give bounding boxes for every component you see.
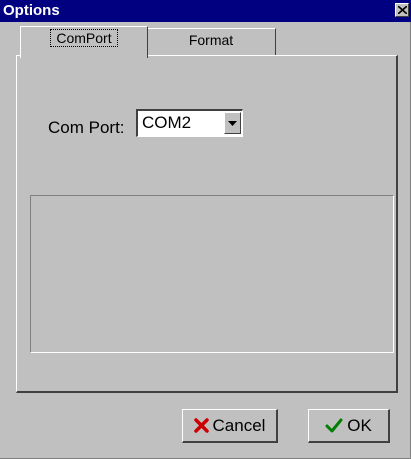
cancel-button[interactable]: Cancel — [182, 409, 278, 443]
title-bar[interactable]: Options — [0, 0, 411, 22]
com-port-label: Com Port: — [48, 118, 125, 137]
ok-button[interactable]: OK — [308, 409, 390, 443]
close-icon — [398, 6, 407, 14]
com-port-select[interactable]: COM2 — [136, 109, 243, 137]
window-title: Options — [3, 2, 60, 19]
x-icon — [193, 418, 209, 433]
ok-button-label: OK — [347, 415, 372, 435]
close-button[interactable] — [395, 3, 409, 17]
options-window: Options ComPort Format Com Port: COM2 Ca… — [0, 0, 411, 459]
com-port-value: COM2 — [142, 113, 192, 132]
chevron-down-icon — [228, 121, 237, 126]
tab-format[interactable]: Format — [146, 28, 276, 55]
com-port-dropdown-button[interactable] — [224, 112, 241, 134]
tab-comport[interactable]: ComPort — [20, 26, 148, 58]
check-icon — [325, 418, 343, 433]
tab-format-label: Format — [188, 32, 234, 48]
empty-group-box — [30, 195, 394, 353]
tab-comport-label: ComPort — [50, 29, 118, 47]
cancel-button-label: Cancel — [212, 415, 266, 435]
